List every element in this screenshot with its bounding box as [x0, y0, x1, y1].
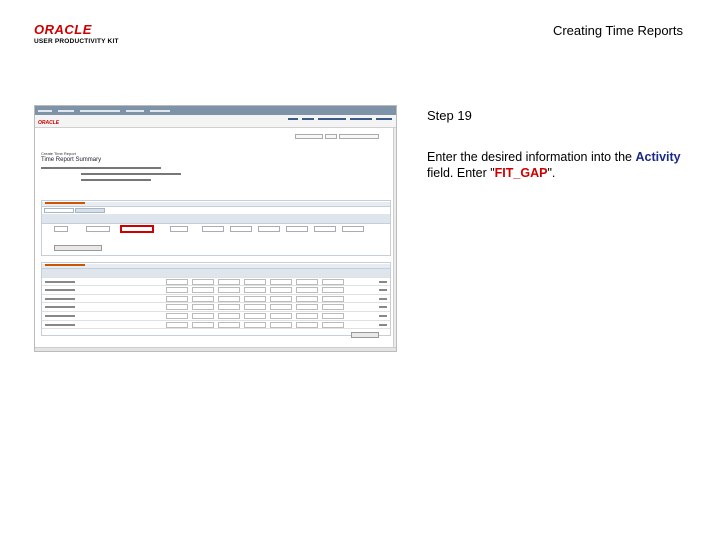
- screenshot-top-nav: [35, 106, 396, 115]
- screenshot-vertical-scrollbar: [393, 128, 396, 349]
- screenshot-header-fields: [41, 167, 181, 185]
- instruction-text-after: ".: [547, 166, 556, 180]
- application-screenshot: ORACLE Create Time Report Time Report Su…: [34, 105, 397, 352]
- step-label: Step 19: [427, 108, 472, 123]
- screenshot-entry-row: [42, 224, 390, 234]
- activity-field-highlight: [120, 225, 154, 233]
- screenshot-project-section: [41, 200, 391, 256]
- screenshot-update-button: [351, 332, 379, 338]
- instruction-text-middle: field. Enter ": [427, 166, 495, 180]
- oracle-upk-logo: ORACLE USER PRODUCTIVITY KIT: [34, 22, 124, 45]
- logo-oracle-text: ORACLE: [34, 22, 92, 37]
- step-instruction: Enter the desired information into the A…: [427, 149, 697, 181]
- screenshot-page-header: Create Time Report Time Report Summary: [41, 151, 101, 163]
- instruction-field-name: Activity: [635, 150, 681, 164]
- screenshot-horizontal-scrollbar: [35, 347, 396, 351]
- instruction-text-before: Enter the desired information into the: [427, 150, 636, 164]
- logo-subtitle: USER PRODUCTIVITY KIT: [34, 38, 119, 45]
- screenshot-brand-bar: ORACLE: [35, 115, 396, 128]
- screenshot-page-links: [295, 134, 390, 140]
- screenshot-page-title: Time Report Summary: [41, 157, 102, 163]
- screenshot-nonproject-section: [41, 262, 391, 336]
- screenshot-oracle-logo: ORACLE: [38, 120, 60, 126]
- screenshot-page-caption: Create Time Report: [41, 151, 76, 156]
- document-title: Creating Time Reports: [552, 23, 683, 38]
- instruction-input-value: FIT_GAP: [494, 166, 548, 180]
